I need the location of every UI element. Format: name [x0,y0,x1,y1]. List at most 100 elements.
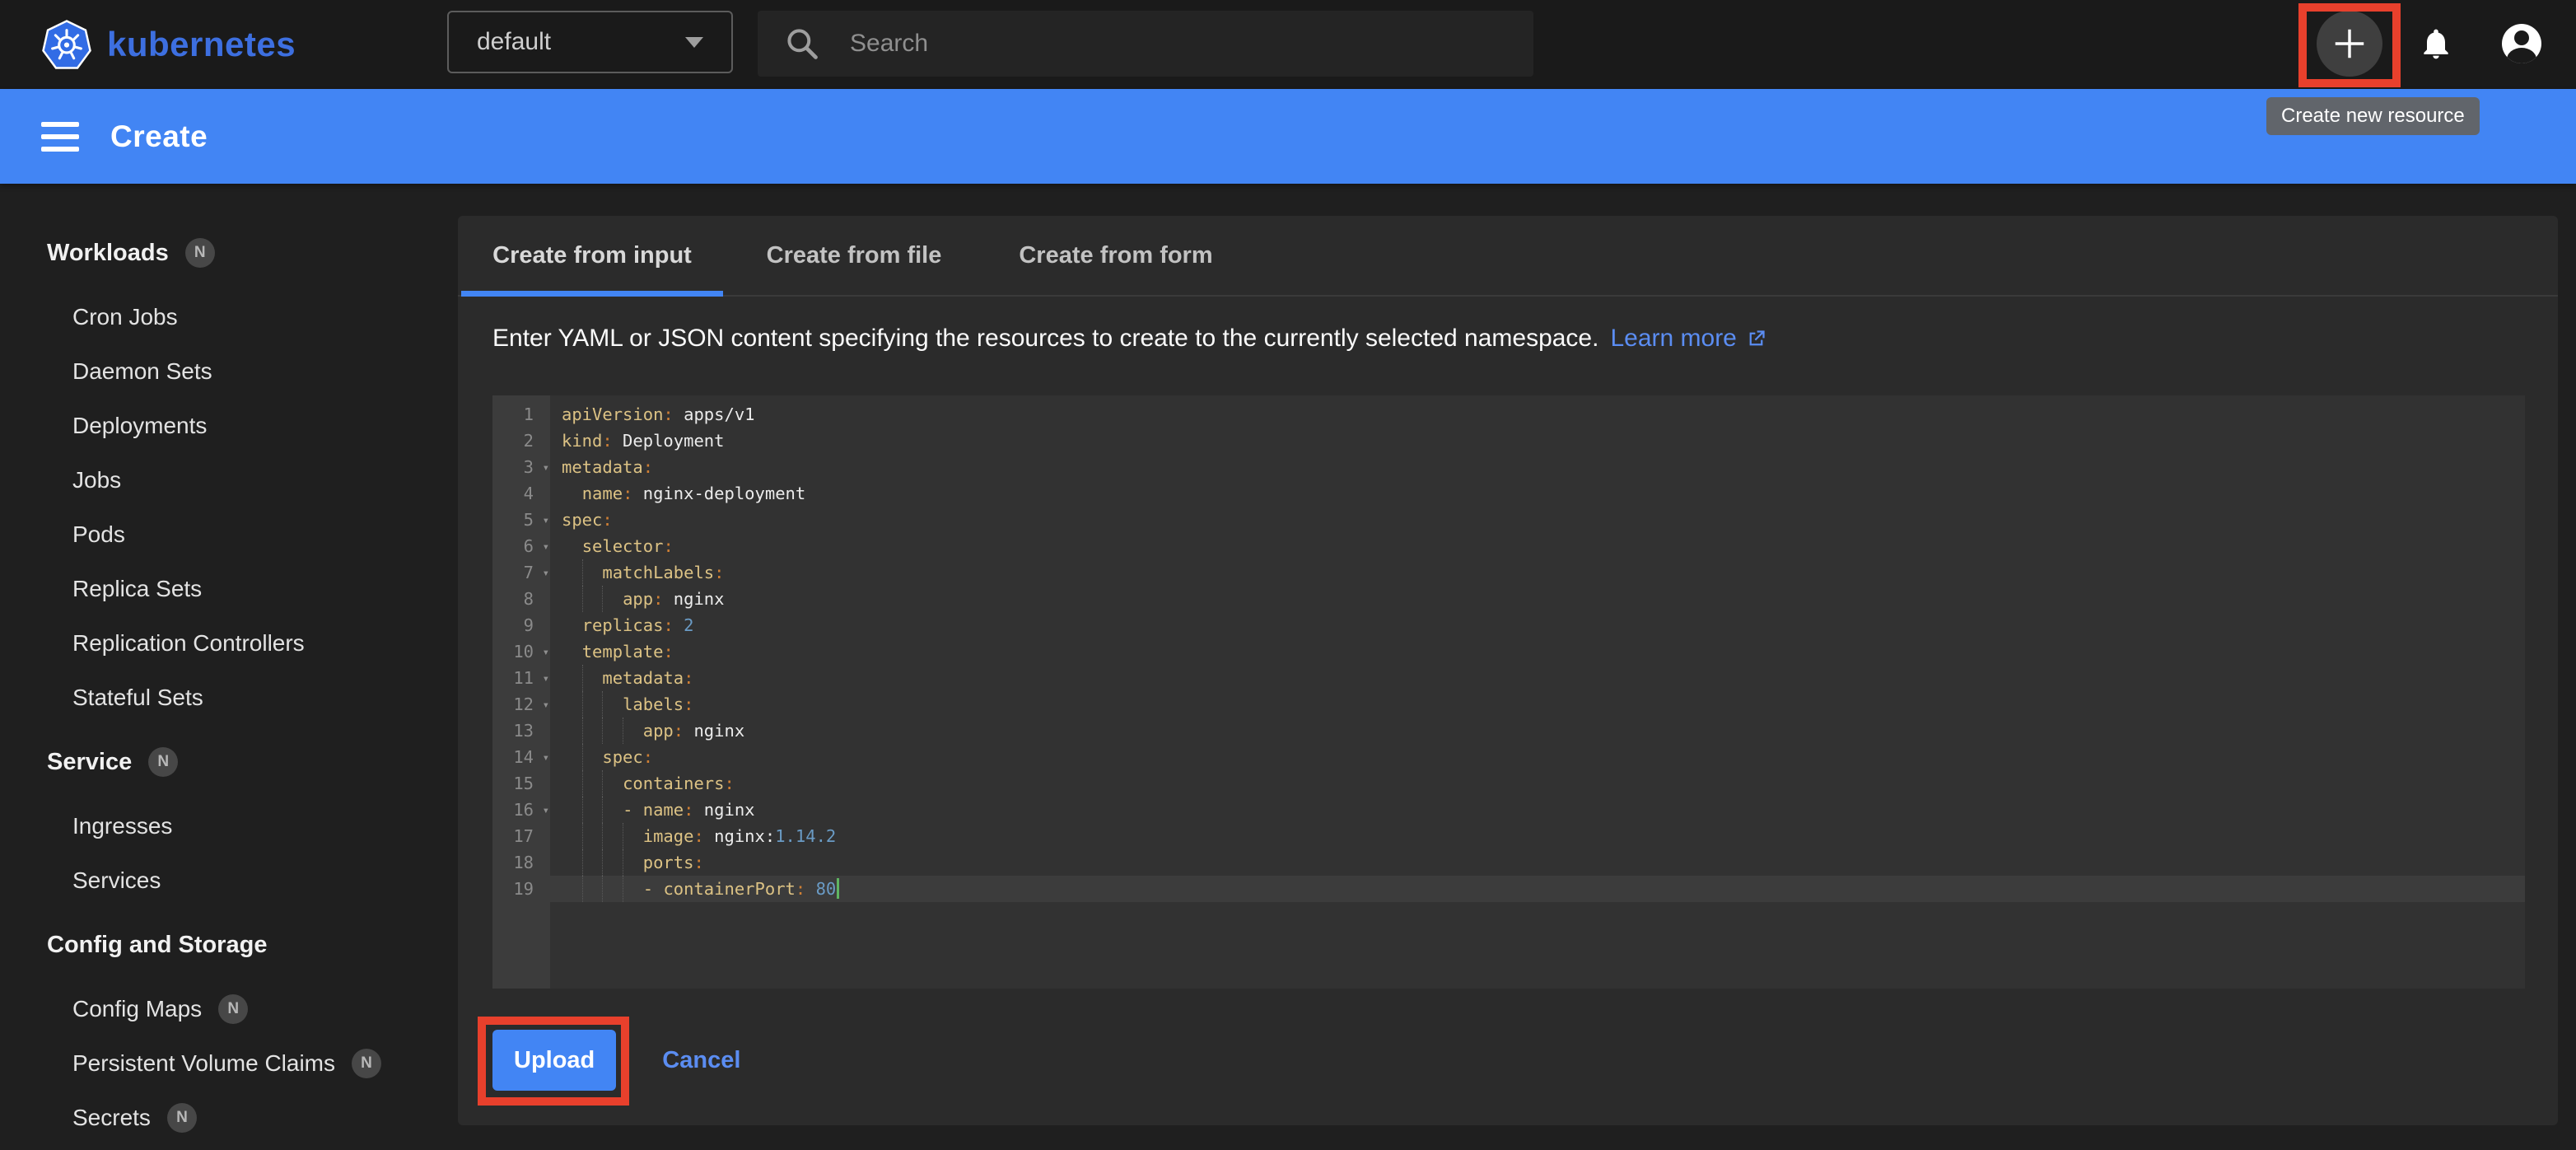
code-line-12: 12▾ labels: [492,691,2525,718]
sidebar-item-replica-sets[interactable]: Replica Sets [0,562,458,616]
fold-arrow-icon[interactable]: ▾ [543,507,549,534]
token-key: metadata [602,668,684,688]
line-number: 18 [492,849,550,876]
search-input[interactable] [848,29,1477,58]
sidebar-item-daemon-sets[interactable]: Daemon Sets [0,344,458,399]
sidebar-section-config-and-storage[interactable]: Config and Storage [0,918,458,972]
token-key: name [643,800,684,820]
fold-arrow-icon[interactable]: ▾ [543,745,549,771]
token-punc: : [724,774,734,793]
indent-guide [602,849,603,876]
fold-arrow-icon[interactable]: ▾ [543,692,549,718]
token-key: metadata [562,457,643,477]
sidebar-item-replication-controllers[interactable]: Replication Controllers [0,616,458,671]
sidebar-item-cron-jobs[interactable]: Cron Jobs [0,290,458,344]
account-icon[interactable] [2502,24,2541,63]
code-text: metadata: [550,665,2525,691]
yaml-editor[interactable]: 1apiVersion: apps/v12kind: Deployment3▾m… [492,395,2525,989]
notifications-button[interactable] [2418,26,2454,64]
indent-guide [582,823,583,849]
instruction-text: Enter YAML or JSON content specifying th… [492,325,1598,353]
code-text: apiVersion: apps/v1 [550,401,2525,428]
search-bar[interactable] [758,11,1533,77]
sidebar-section-workloads[interactable]: WorkloadsN [0,226,458,280]
indent [562,774,623,793]
section-label: Workloads [47,240,169,267]
indent [562,615,582,635]
token-num: 80 [805,879,836,899]
fold-arrow-icon[interactable]: ▾ [543,560,549,587]
sidebar-item-deployments[interactable]: Deployments [0,399,458,453]
token-val: nginx [663,589,724,609]
brand[interactable]: kubernetes [41,0,296,89]
sidebar-item-config-maps[interactable]: Config MapsN [0,982,458,1036]
indent-guide [602,718,603,744]
menu-icon[interactable] [41,122,79,152]
code-line-17: 17 image: nginx:1.14.2 [492,823,2525,849]
action-row: Upload Cancel [492,1030,2558,1091]
indent [562,642,582,661]
create-new-resource-button[interactable] [2317,11,2382,77]
item-label: Secrets [72,1105,151,1131]
fold-arrow-icon[interactable]: ▾ [543,666,549,692]
text-cursor [837,878,839,899]
fold-arrow-icon[interactable]: ▾ [543,534,549,560]
upload-button[interactable]: Upload [492,1030,616,1091]
namespaced-badge: N [148,747,178,777]
code-line-14: 14▾ spec: [492,744,2525,770]
token-punc: : [693,826,703,846]
line-number: 9 [492,612,550,638]
tab-bar: Create from inputCreate from fileCreate … [458,216,2558,297]
fold-arrow-icon[interactable]: ▾ [543,639,549,666]
line-number: 19 [492,876,550,902]
code-text: replicas: 2 [550,612,2525,638]
line-number: 10▾ [492,638,550,665]
indent-guide [602,770,603,797]
fold-arrow-icon[interactable]: ▾ [543,797,549,824]
token-key: app [623,589,653,609]
sidebar: WorkloadsNCron JobsDaemon SetsDeployment… [0,184,458,1145]
sidebar-item-secrets[interactable]: SecretsN [0,1091,458,1145]
token-num: 2 [674,615,694,635]
indent-guide [582,797,583,823]
line-number: 12▾ [492,691,550,718]
tab-create-from-form[interactable]: Create from form [985,216,1247,295]
line-number: 8 [492,586,550,612]
indent-guide [582,849,583,876]
namespaced-badge: N [352,1049,381,1078]
line-number: 13 [492,718,550,744]
sidebar-item-pods[interactable]: Pods [0,507,458,562]
item-label: Stateful Sets [72,685,203,711]
namespaced-badge: N [218,994,248,1024]
item-label: Replica Sets [72,576,202,602]
line-number: 5▾ [492,507,550,533]
learn-more-link[interactable]: Learn more [1610,325,1766,353]
indent [562,536,582,556]
brand-name[interactable]: kubernetes [107,25,296,64]
code-line-13: 13 app: nginx [492,718,2525,744]
tab-create-from-file[interactable]: Create from file [723,216,985,295]
sidebar-section-service[interactable]: ServiceN [0,735,458,789]
fold-arrow-icon[interactable]: ▾ [543,455,549,481]
indent [562,589,623,609]
sidebar-item-jobs[interactable]: Jobs [0,453,458,507]
token-punc: : [663,642,673,661]
create-new-resource-tooltip: Create new resource [2266,97,2480,135]
sidebar-item-persistent-volume-claims[interactable]: Persistent Volume Claims N [0,1036,458,1091]
sidebar-item-ingresses[interactable]: Ingresses [0,799,458,853]
tab-create-from-input[interactable]: Create from input [461,216,723,295]
sidebar-item-services[interactable]: Services [0,853,458,908]
namespace-selector[interactable]: default [447,11,733,73]
token-dash: - [643,879,664,899]
sidebar-item-stateful-sets[interactable]: Stateful Sets [0,671,458,725]
item-label: Services [72,867,161,894]
indent-guide [602,823,603,849]
indent-guide [582,665,583,691]
token-val: nginx: [704,826,775,846]
item-label: Persistent Volume Claims [72,1050,335,1077]
token-key: containers [623,774,724,793]
page-title: Create [110,119,208,154]
cancel-button[interactable]: Cancel [662,1047,740,1074]
code-text: matchLabels: [550,559,2525,586]
token-key: spec [602,747,642,767]
